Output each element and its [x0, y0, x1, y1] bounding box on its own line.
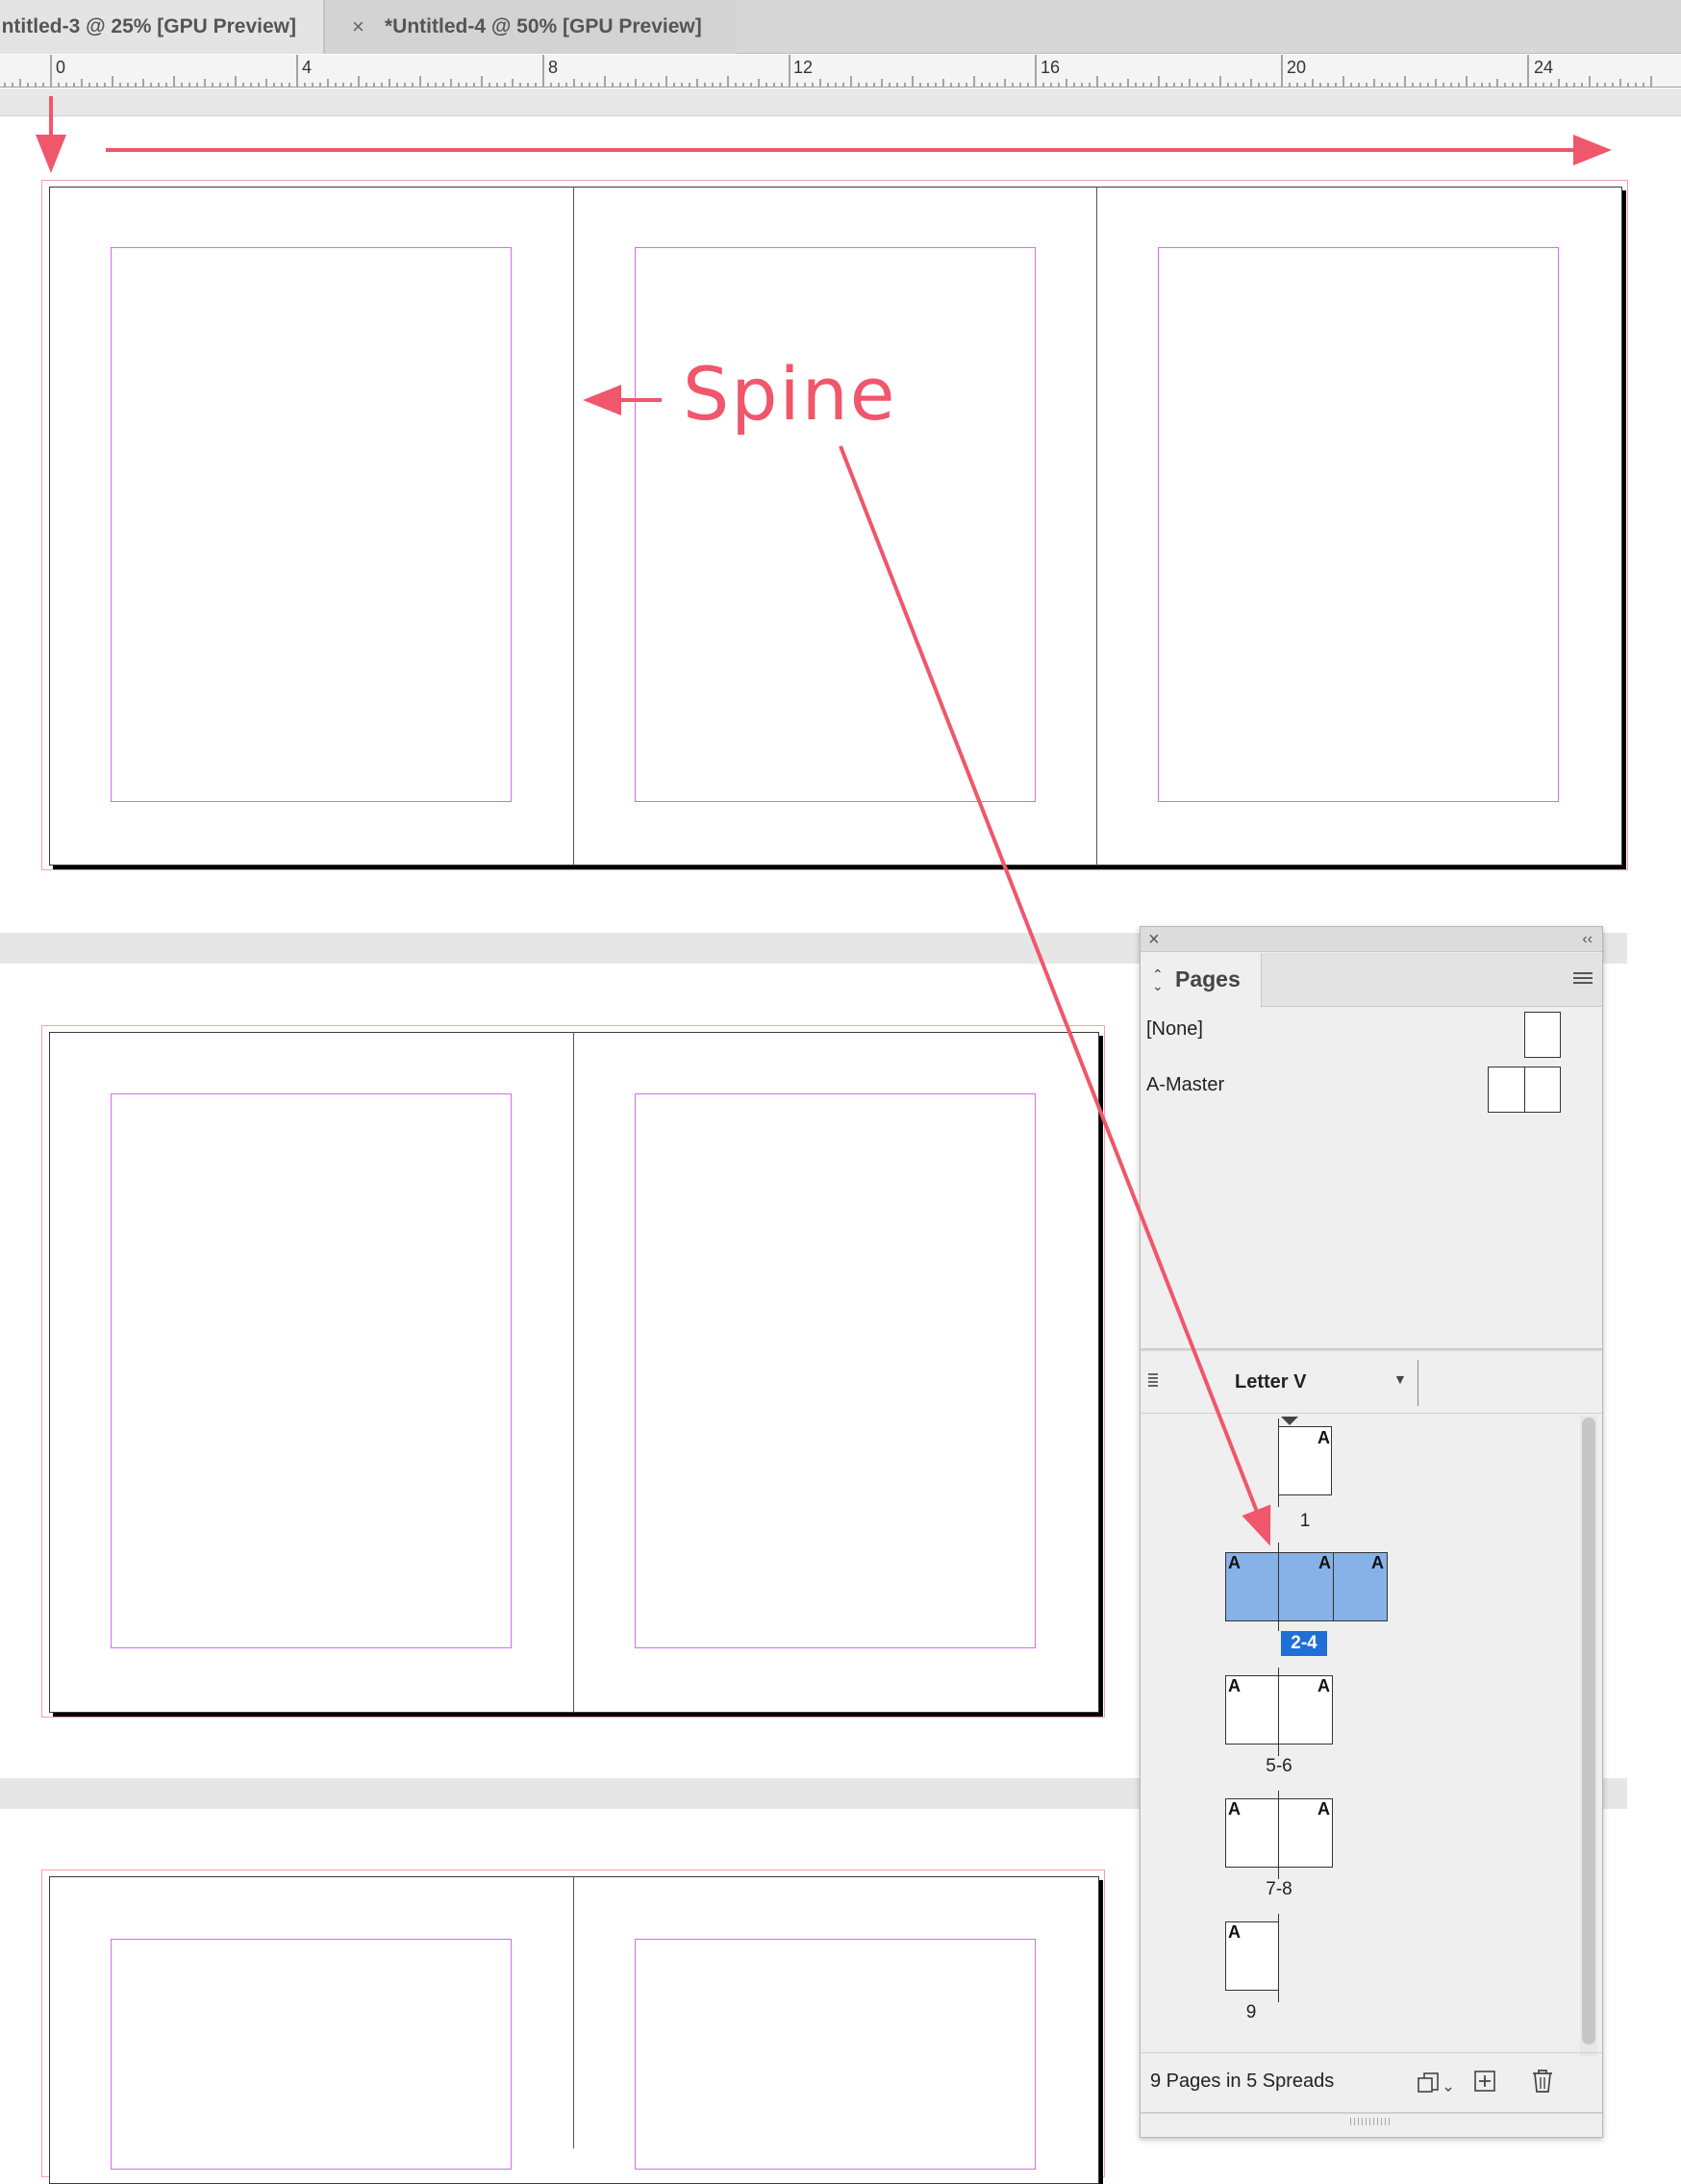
page-thumbnail-1[interactable]: A [1278, 1426, 1332, 1495]
master-prefix: A [1317, 1676, 1330, 1695]
margin-guide [1158, 247, 1559, 802]
chevron-down-icon[interactable]: ▼ [1393, 1371, 1407, 1387]
master-a-spine [1524, 1067, 1525, 1113]
spine-line [1278, 1668, 1279, 1756]
spread-3-spine [573, 1876, 574, 2148]
master-prefix: A [1317, 1799, 1330, 1819]
edit-page-size-icon[interactable] [1417, 2071, 1455, 2096]
spine-line [1278, 1418, 1279, 1507]
margin-guide [111, 1093, 512, 1648]
master-prefix: A [1318, 1553, 1331, 1572]
panel-tab-row: ⌃ ⌄ Pages [1141, 953, 1602, 1008]
trash-icon[interactable] [1530, 2068, 1555, 2095]
panel-divider[interactable] [1141, 1348, 1602, 1351]
master-prefix: A [1317, 1428, 1330, 1447]
spine-line [1278, 1914, 1279, 2002]
tab-pages[interactable]: ⌃ ⌄ Pages [1141, 953, 1262, 1008]
spread-label-7-8[interactable]: 7-8 [1250, 1879, 1308, 1900]
ruler-ticks [4, 55, 1652, 87]
spread-label-2-4[interactable]: 2-4 [1281, 1631, 1327, 1656]
page-count-status: 9 Pages in 5 Spreads [1150, 2071, 1335, 2092]
master-prefix: A [1228, 1676, 1241, 1695]
panel-close-icon[interactable]: × [1148, 927, 1160, 952]
tab-untitled-3[interactable]: ntitled-3 @ 25% [GPU Preview] [0, 0, 323, 54]
margin-guide [111, 1939, 512, 2170]
spread-label-5-6[interactable]: 5-6 [1250, 1756, 1308, 1777]
master-prefix: A [1228, 1922, 1241, 1942]
document-tab-bar: ntitled-3 @ 25% [GPU Preview] × *Untitle… [0, 0, 1681, 54]
scrollbar-thumb[interactable] [1582, 1418, 1595, 2045]
horizontal-ruler[interactable]: 0 4 8 12 16 20 24 [0, 55, 1681, 88]
ruler-number: 0 [56, 58, 66, 77]
spine-line [1278, 1543, 1279, 1631]
master-none-thumbnail[interactable] [1524, 1012, 1561, 1058]
spread-1-spine-right [1096, 187, 1097, 866]
page-divider [1333, 1552, 1334, 1621]
master-prefix: A [1228, 1553, 1241, 1572]
margin-guide [635, 1093, 1036, 1648]
ruler-number: 24 [1534, 58, 1554, 77]
spread-2-spine [573, 1032, 574, 1713]
ruler-number: 12 [793, 58, 814, 77]
insert-marker-icon [1281, 1417, 1298, 1425]
ruler-number: 16 [1041, 58, 1061, 77]
grip-icon[interactable] [1148, 1373, 1158, 1389]
panel-resize-handle[interactable] [1141, 2112, 1602, 2137]
ruler-number: 20 [1287, 58, 1307, 77]
page-size-row: Letter V ▼ [1141, 1352, 1602, 1414]
panel-collapse-icon[interactable]: ‹‹ [1582, 927, 1593, 952]
tab-untitled-4[interactable]: × *Untitled-4 @ 50% [GPU Preview] [325, 0, 737, 54]
pasteboard-strip [0, 88, 1681, 116]
margin-guide [635, 1939, 1036, 2170]
spread-label-1[interactable]: 1 [1285, 1511, 1325, 1532]
panel-title-bar[interactable]: × ‹‹ [1141, 927, 1602, 952]
spine-annotation-label: Spine [683, 351, 897, 437]
spread-1-spine-left [573, 187, 574, 866]
panel-menu-icon[interactable] [1573, 972, 1593, 988]
master-none-label[interactable]: [None] [1146, 1018, 1203, 1041]
panel-footer: 9 Pages in 5 Spreads [1141, 2052, 1602, 2110]
margin-guide [111, 247, 512, 802]
new-page-icon[interactable] [1473, 2070, 1498, 2095]
tab-untitled-4-label: *Untitled-4 @ 50% [GPU Preview] [385, 15, 702, 38]
tab-pages-label: Pages [1175, 966, 1241, 992]
ruler-number: 8 [548, 58, 559, 77]
master-a-label[interactable]: A-Master [1146, 1074, 1224, 1096]
tab-chevron-icon: ⌃ ⌄ [1152, 966, 1164, 993]
page-size-label[interactable]: Letter V [1235, 1371, 1306, 1393]
tab-untitled-3-label: ntitled-3 @ 25% [GPU Preview] [1, 15, 296, 38]
spine-line [1278, 1791, 1279, 1879]
ruler-number: 4 [302, 58, 313, 77]
margin-guide [635, 247, 1036, 802]
master-prefix: A [1371, 1553, 1384, 1572]
master-prefix: A [1228, 1799, 1241, 1819]
pages-panel: × ‹‹ ⌃ ⌄ Pages [None] A-Master Letter V ▼… [1140, 926, 1603, 2138]
spread-label-9[interactable]: 9 [1231, 2002, 1271, 2023]
close-icon[interactable]: × [352, 0, 364, 54]
spread-thumbnail-2-4[interactable] [1225, 1552, 1388, 1621]
